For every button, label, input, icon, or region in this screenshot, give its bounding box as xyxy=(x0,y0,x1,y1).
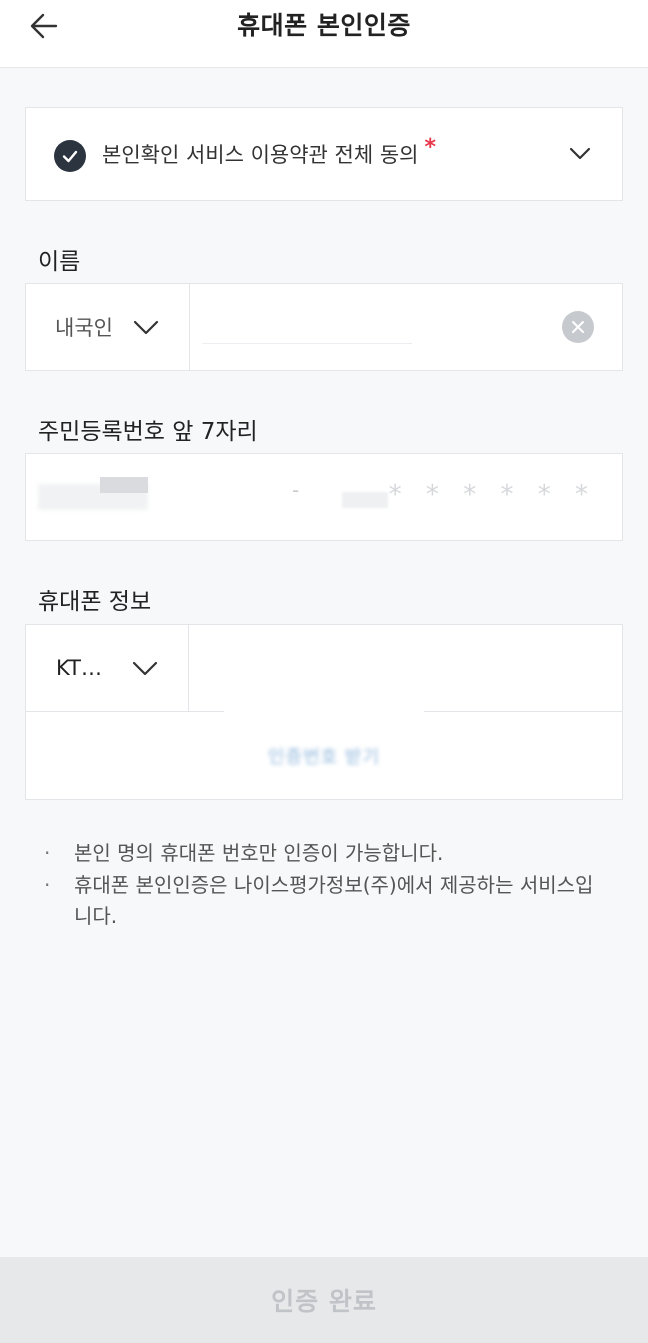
nationality-value: 내국인 xyxy=(55,316,113,340)
notice-text: 휴대폰 본인인증은 나이스평가정보(주)에서 제공하는 서비스입니다. xyxy=(74,873,594,928)
terms-label-text: 본인확인 서비스 이용약관 전체 동의 xyxy=(102,143,419,167)
chevron-down-icon xyxy=(133,320,159,335)
phone-field-group: KT… 인증번호 받기 xyxy=(25,624,623,800)
rrn-field-group[interactable]: - * * * * * * xyxy=(25,453,623,541)
phone-number-input[interactable] xyxy=(224,625,424,712)
nationality-select[interactable]: 내국인 xyxy=(26,284,190,370)
rrn-section-label: 주민등록번호 앞 7자리 xyxy=(38,419,258,445)
chevron-down-icon xyxy=(132,661,158,676)
name-section-label: 이름 xyxy=(38,249,81,275)
name-input[interactable] xyxy=(202,314,412,344)
terms-agreement-row[interactable]: 본인확인 서비스 이용약관 전체 동의 * xyxy=(25,107,623,201)
clear-icon[interactable] xyxy=(562,311,594,343)
checkmark-icon[interactable] xyxy=(54,140,86,172)
rrn-separator: - xyxy=(292,478,300,502)
page-title: 휴대폰 본인인증 xyxy=(237,11,411,40)
rrn-front-value-redacted xyxy=(100,477,148,493)
rrn-back-first-digit[interactable] xyxy=(342,492,388,508)
complete-verification-label: 인증 완료 xyxy=(271,1287,377,1316)
carrier-value: KT… xyxy=(56,656,102,680)
notice-text: 본인 명의 휴대폰 번호만 인증이 가능합니다. xyxy=(74,841,444,865)
bullet-icon: · xyxy=(44,873,51,897)
rrn-masked-digits: * * * * * * xyxy=(388,480,596,510)
notice-item: · 휴대폰 본인인증은 나이스평가정보(주)에서 제공하는 서비스입니다. xyxy=(44,870,604,932)
chevron-down-icon[interactable] xyxy=(566,140,594,168)
notice-list: · 본인 명의 휴대폰 번호만 인증이 가능합니다. · 휴대폰 본인인증은 나… xyxy=(44,838,604,932)
send-code-label: 인증번호 받기 xyxy=(267,747,381,768)
top-bar: 휴대폰 본인인증 xyxy=(0,0,648,68)
complete-verification-button[interactable]: 인증 완료 xyxy=(0,1257,648,1343)
carrier-select[interactable]: KT… xyxy=(26,625,189,711)
phone-section-label: 휴대폰 정보 xyxy=(38,589,152,615)
send-code-button[interactable]: 인증번호 받기 xyxy=(26,713,622,799)
bullet-icon: · xyxy=(44,841,51,865)
phone-input-row: KT… xyxy=(26,625,622,712)
terms-agreement-label: 본인확인 서비스 이용약관 전체 동의 * xyxy=(102,135,436,169)
required-mark: * xyxy=(424,135,437,160)
verification-page: 휴대폰 본인인증 본인확인 서비스 이용약관 전체 동의 * 이름 내국인 주민… xyxy=(0,0,648,1343)
name-field-group: 내국인 xyxy=(25,283,623,371)
notice-item: · 본인 명의 휴대폰 번호만 인증이 가능합니다. xyxy=(44,838,604,869)
